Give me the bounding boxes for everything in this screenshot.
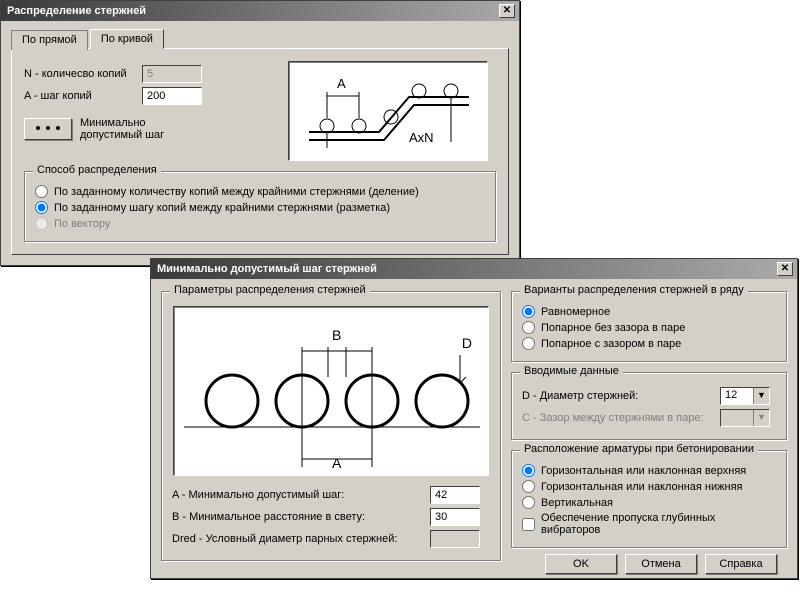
dred-input — [430, 530, 480, 548]
params-group: Параметры распределения стержней — [161, 291, 501, 561]
layout-legend: Расположение арматуры при бетонировании — [520, 443, 758, 455]
help-button[interactable]: Справка — [705, 554, 777, 574]
d-label: D - Диаметр стержней: — [522, 390, 712, 402]
window-rod-distribution: Распределение стержней ✕ По прямой По кр… — [0, 0, 520, 266]
input-data-legend: Вводимые данные — [520, 365, 623, 377]
cancel-button[interactable]: Отмена — [625, 554, 697, 574]
b-min-input[interactable] — [430, 508, 480, 526]
diagram-label-b: B — [332, 327, 341, 343]
distribution-method-legend: Способ распределения — [33, 164, 161, 176]
close-icon[interactable]: ✕ — [777, 262, 793, 276]
params-legend: Параметры распределения стержней — [170, 284, 370, 296]
layout-bottom[interactable]: Горизонтальная или наклонная нижняя — [522, 480, 776, 493]
diagram-label-a: A — [337, 76, 346, 91]
dist-opt-division[interactable]: По заданному количеству копий между край… — [35, 185, 485, 198]
layout-vertical[interactable]: Вертикальная — [522, 496, 776, 509]
variants-legend: Варианты распределения стержней в ряду — [520, 284, 748, 296]
ok-button[interactable]: OK — [545, 554, 617, 574]
titlebar[interactable]: Распределение стержней ✕ — [1, 1, 519, 21]
a-min-label: A - Минимально допустимый шаг: — [172, 489, 422, 501]
variants-group: Варианты распределения стержней в ряду Р… — [511, 291, 787, 362]
curve-diagram: A AxN — [288, 61, 488, 161]
diagram-label-a: A — [332, 455, 341, 471]
c-label: C - Зазор между стержнями в паре: — [522, 412, 712, 424]
variant-pair-gap[interactable]: Попарное с зазором в паре — [522, 337, 776, 350]
a-min-input[interactable] — [430, 486, 480, 504]
b-min-label: B - Минимальное расстояние в свету: — [172, 511, 422, 523]
tab-curve[interactable]: По кривой — [90, 29, 164, 49]
window-min-step: Минимально допустимый шаг стержней ✕ Пар… — [150, 258, 798, 579]
min-step-label: Минимально допустимый шаг — [80, 117, 170, 141]
diagram-label-axn: AxN — [409, 130, 434, 145]
chevron-down-icon: ▼ — [753, 410, 769, 426]
variant-uniform[interactable]: Равномерное — [522, 305, 776, 318]
dist-opt-marking[interactable]: По заданному шагу копий между крайними с… — [35, 201, 485, 214]
c-combo: ▼ — [720, 409, 770, 427]
chevron-down-icon: ▼ — [753, 388, 769, 404]
tab-panel: N - количесво копий A - шаг копий Минима… — [11, 48, 509, 255]
tab-straight[interactable]: По прямой — [11, 30, 88, 50]
d-combo[interactable]: 12 ▼ — [720, 387, 770, 405]
dots-icon — [34, 124, 62, 132]
dred-label: Dred - Условный диаметр парных стержней: — [172, 533, 422, 545]
input-data-group: Вводимые данные D - Диаметр стержней: 12… — [511, 372, 787, 440]
layout-vibrators[interactable]: Обеспечение пропуска глубинных вибраторо… — [522, 512, 776, 536]
n-copies-input — [142, 65, 202, 83]
bars-diagram: B A D — [173, 306, 489, 476]
distribution-method-group: Способ распределения По заданному количе… — [24, 171, 496, 242]
n-label: N - количесво копий — [24, 68, 134, 80]
titlebar[interactable]: Минимально допустимый шаг стержней ✕ — [151, 259, 797, 279]
dist-opt-vector: По вектору — [35, 217, 485, 230]
layout-top[interactable]: Горизонтальная или наклонная верхняя — [522, 464, 776, 477]
a-label: A - шаг копий — [24, 90, 134, 102]
window-title: Минимально допустимый шаг стержней — [155, 263, 777, 275]
variant-pair-nogap[interactable]: Попарное без зазора в паре — [522, 321, 776, 334]
min-step-button[interactable] — [24, 118, 72, 140]
tab-row: По прямой По кривой — [11, 29, 509, 49]
close-icon[interactable]: ✕ — [499, 4, 515, 18]
window-title: Распределение стержней — [5, 5, 499, 17]
a-step-input[interactable] — [142, 87, 202, 105]
diagram-label-d: D — [462, 335, 472, 351]
dialog-buttons: OK Отмена Справка — [511, 548, 787, 574]
layout-group: Расположение арматуры при бетонировании … — [511, 450, 787, 548]
